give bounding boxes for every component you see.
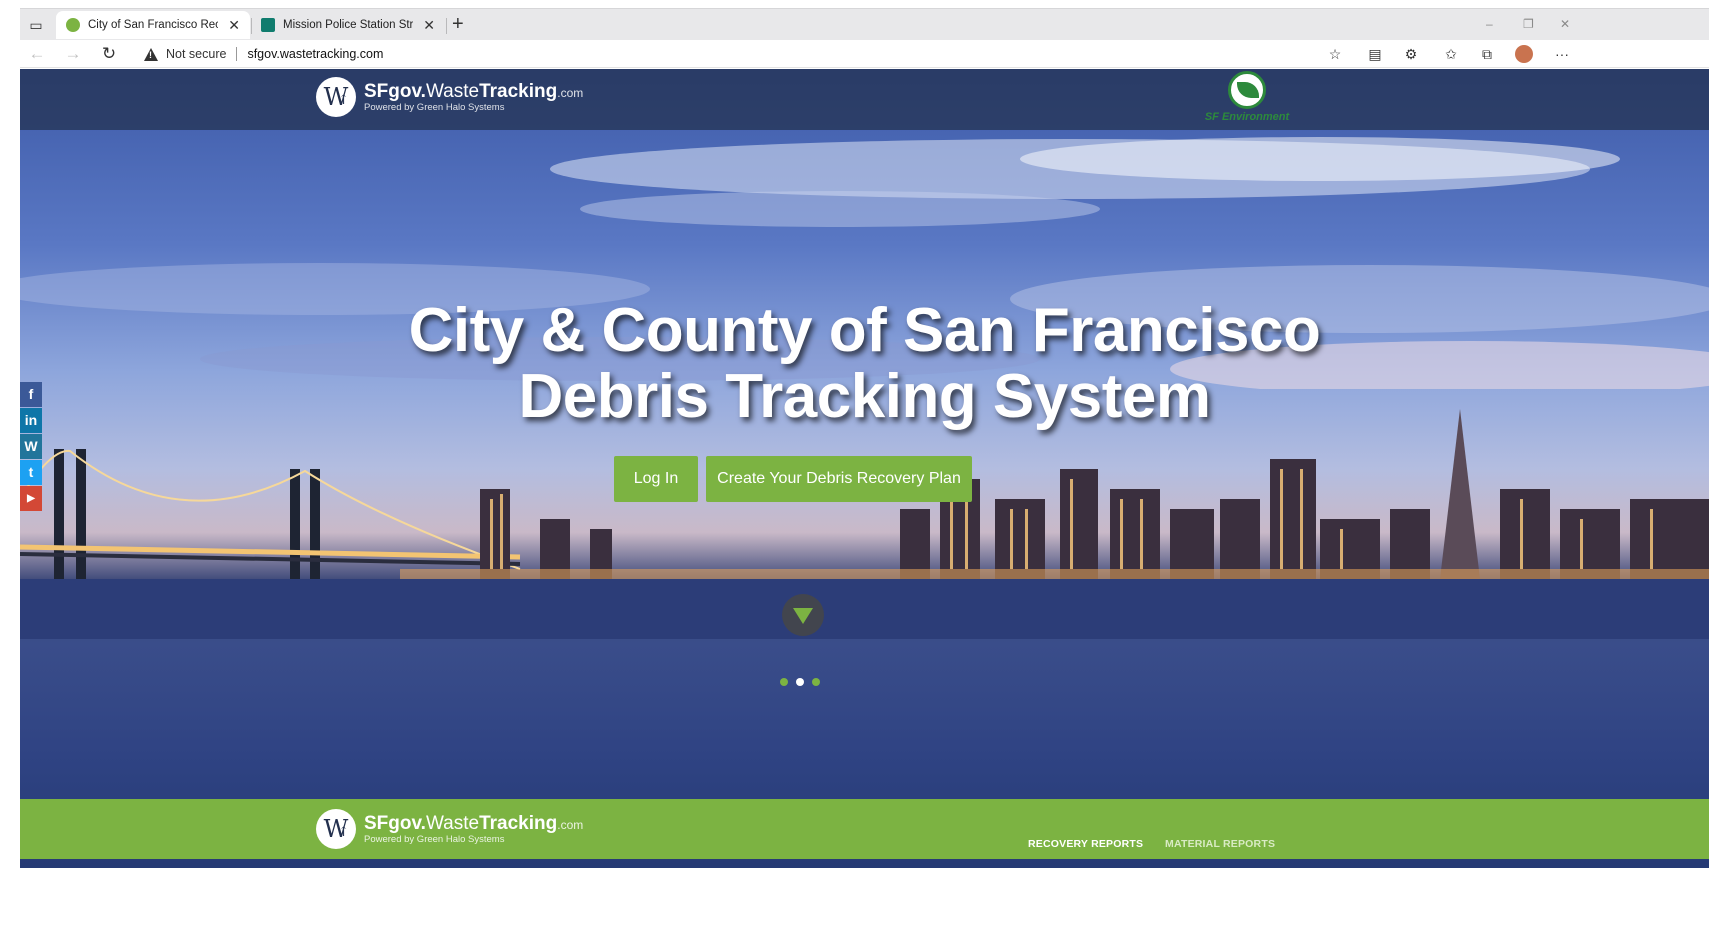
login-button[interactable]: Log In	[614, 456, 698, 502]
sf-environment-leaf-icon	[1228, 71, 1266, 109]
close-tab-icon[interactable]: ✕	[228, 17, 240, 34]
footer-logo[interactable]: W ↑ SFgov.WasteTracking.com Powered by Gr…	[316, 809, 583, 849]
sheets-favicon-icon	[261, 18, 275, 32]
wastetracking-favicon-icon	[66, 18, 80, 32]
nav-recovery-reports[interactable]: RECOVERY REPORTS	[1028, 838, 1143, 850]
reading-view-icon[interactable]: ▤	[1366, 45, 1384, 63]
tab-mission-police[interactable]: Mission Police Station Structural ✕	[251, 11, 445, 39]
forward-arrow-icon[interactable]: →	[62, 43, 84, 65]
tab-bar: ▭ City of San Francisco Recycling C ✕ Mi…	[20, 8, 1709, 40]
more-icon[interactable]: ···	[1553, 45, 1571, 63]
nav-material-reports[interactable]: MATERIAL REPORTS	[1165, 838, 1275, 850]
webpage: W ↑ SFgov.WasteTracking.com Powered by Gr…	[20, 69, 1709, 928]
brand-tld: .com	[557, 817, 584, 832]
tab-divider	[446, 18, 447, 34]
brand-tracking: Tracking	[479, 812, 558, 834]
collections-icon[interactable]: ⧉	[1478, 45, 1496, 63]
footer-bar: W ↑ SFgov.WasteTracking.com Powered by Gr…	[20, 799, 1709, 859]
brand-tracking: Tracking	[479, 80, 558, 102]
powered-by-label: Powered by Green Halo Systems	[364, 833, 505, 845]
slide-dot-active[interactable]	[796, 678, 804, 686]
slide-dot[interactable]	[812, 678, 820, 686]
new-tab-button[interactable]: +	[452, 13, 464, 36]
logo-mark-icon: W ↑	[316, 809, 356, 849]
brand-tld: .com	[557, 85, 584, 100]
powered-by-label: Powered by Green Halo Systems	[364, 101, 505, 113]
header-band	[20, 69, 1709, 130]
sf-environment-logo[interactable]: SF Environment	[1202, 71, 1292, 129]
tab-actions-icon[interactable]: ▭	[26, 15, 46, 35]
brand-sfgov: SFgov.	[364, 80, 426, 102]
hero-headline-line1: City & County of San Francisco	[408, 296, 1321, 365]
site-logo[interactable]: W ↑ SFgov.WasteTracking.com Powered by Gr…	[316, 77, 583, 117]
twitter-icon[interactable]: t	[20, 460, 42, 485]
slide-dot[interactable]	[780, 678, 788, 686]
youtube-icon[interactable]: ▶	[20, 486, 42, 511]
back-arrow-icon[interactable]: ←	[26, 43, 48, 65]
refresh-icon[interactable]: ↻	[98, 43, 120, 65]
brand-waste: Waste	[425, 812, 480, 834]
security-label[interactable]: Not secure	[166, 47, 226, 61]
url-divider	[236, 47, 238, 61]
tab-title: Mission Police Station Structural	[283, 19, 414, 31]
slide-indicator	[780, 678, 820, 686]
create-recovery-plan-button[interactable]: Create Your Debris Recovery Plan	[706, 456, 972, 502]
restore-button[interactable]: ❐	[1523, 17, 1534, 31]
hero-headline-line2: Debris Tracking System	[518, 362, 1211, 431]
close-window-button[interactable]: ✕	[1560, 17, 1570, 31]
extensions-icon[interactable]: ⚙	[1402, 45, 1420, 63]
url-field[interactable]: Not secure sfgov.wastetracking.com	[144, 41, 1424, 67]
add-favorite-icon[interactable]: ☆	[1326, 45, 1344, 63]
url-text[interactable]: sfgov.wastetracking.com	[247, 47, 383, 61]
brand-sfgov: SFgov.	[364, 812, 426, 834]
logo-mark-icon: W ↑	[316, 77, 356, 117]
hero-section: W ↑ SFgov.WasteTracking.com Powered by Gr…	[20, 69, 1709, 868]
warning-icon[interactable]	[144, 47, 158, 61]
address-bar: ← → ↻ Not secure sfgov.wastetracking.com…	[20, 40, 1709, 68]
sf-environment-label: SF Environment	[1204, 111, 1290, 123]
tab-recycling[interactable]: City of San Francisco Recycling C ✕	[56, 11, 250, 39]
brand-waste: Waste	[425, 80, 480, 102]
scroll-down-arrow-icon[interactable]	[782, 594, 824, 636]
minimize-button[interactable]: –	[1486, 17, 1493, 31]
tab-title: City of San Francisco Recycling C	[88, 19, 219, 31]
close-tab-icon[interactable]: ✕	[423, 17, 435, 34]
profile-avatar-icon[interactable]	[1515, 45, 1533, 63]
wordpress-icon[interactable]: W	[20, 434, 42, 459]
browser-window: ▭ City of San Francisco Recycling C ✕ Mi…	[20, 0, 1709, 928]
favorites-icon[interactable]: ✩	[1442, 45, 1460, 63]
